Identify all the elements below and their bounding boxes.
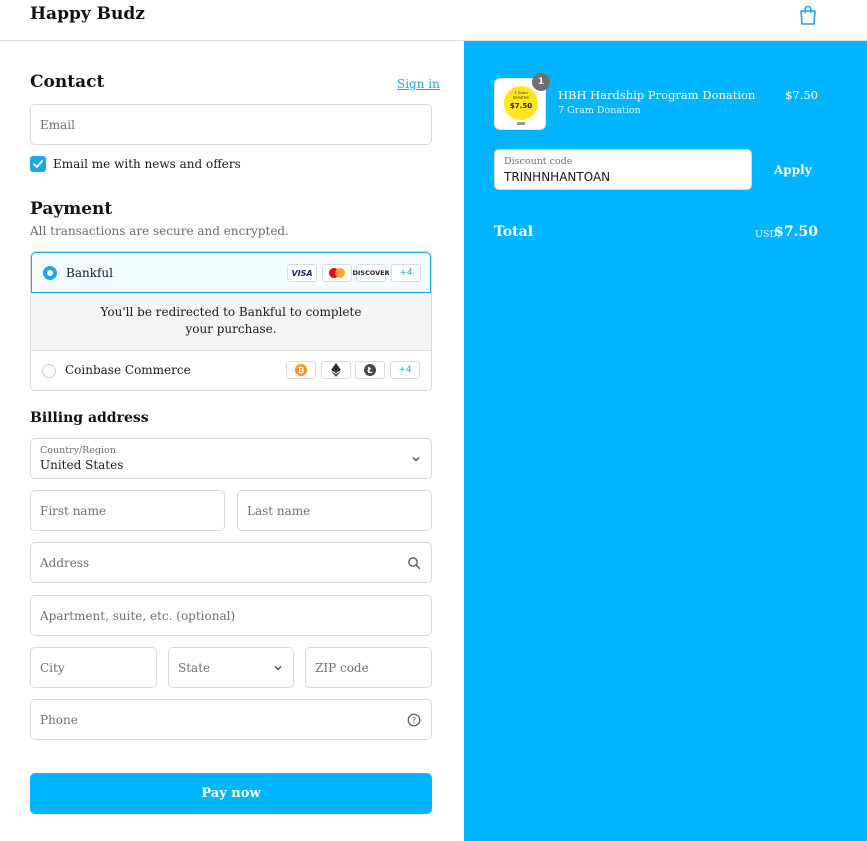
city-placeholder: City bbox=[40, 660, 65, 675]
store-name[interactable]: Happy Budz bbox=[30, 4, 145, 24]
svg-text:7 Gram: 7 Gram bbox=[514, 91, 528, 95]
discount-code-field[interactable]: Discount code TRINHNHANTOAN bbox=[494, 149, 752, 190]
state-placeholder: State bbox=[178, 660, 211, 675]
coinbase-radio[interactable] bbox=[42, 364, 56, 378]
discover-logo: DISCOVER bbox=[352, 264, 390, 282]
total-value: $7.50 bbox=[774, 224, 818, 240]
address-field[interactable]: Address bbox=[30, 542, 432, 583]
country-select[interactable]: Country/Region United States bbox=[30, 438, 432, 479]
discount-value: TRINHNHANTOAN bbox=[504, 170, 611, 184]
payment-heading: Payment bbox=[30, 199, 113, 219]
help-icon[interactable]: ? bbox=[407, 713, 421, 727]
city-field[interactable]: City bbox=[30, 647, 157, 688]
more-crypto-badge: +4 bbox=[390, 361, 420, 379]
coinbase-label: Coinbase Commerce bbox=[65, 363, 191, 377]
payment-option-coinbase[interactable]: Coinbase Commerce ₿ Ł +4 bbox=[31, 351, 431, 390]
quantity-badge: 1 bbox=[532, 73, 550, 91]
total-label: Total bbox=[494, 224, 534, 240]
product-price: $7.50 bbox=[785, 88, 818, 102]
redirect-notice: You'll be redirected to Bankful to compl… bbox=[31, 293, 431, 351]
svg-text:?: ? bbox=[412, 716, 416, 725]
bankful-label: Bankful bbox=[66, 266, 113, 280]
svg-text:$7.50: $7.50 bbox=[510, 102, 532, 110]
redirect-text: You'll be redirected to Bankful to compl… bbox=[100, 305, 362, 336]
state-select[interactable]: State bbox=[168, 647, 294, 688]
svg-text:Ł: Ł bbox=[366, 366, 372, 375]
check-icon bbox=[33, 160, 43, 168]
apply-button[interactable]: Apply bbox=[774, 163, 812, 177]
payment-options: Bankful VISA DISCOVER +4 You'll be redir… bbox=[30, 251, 432, 391]
phone-placeholder: Phone bbox=[40, 712, 78, 727]
svg-text:₿: ₿ bbox=[298, 366, 305, 375]
apartment-field[interactable]: Apartment, suite, etc. (optional) bbox=[30, 595, 432, 636]
product-variant: 7 Gram Donation bbox=[558, 105, 641, 116]
newsletter-checkbox[interactable] bbox=[30, 156, 46, 172]
search-icon bbox=[408, 556, 421, 569]
zip-placeholder: ZIP code bbox=[315, 660, 369, 675]
more-cards-badge: +4 bbox=[391, 264, 421, 282]
email-field[interactable]: Email bbox=[30, 104, 432, 145]
svg-text:Donation: Donation bbox=[513, 96, 529, 100]
first-name-placeholder: First name bbox=[40, 503, 107, 518]
apartment-placeholder: Apartment, suite, etc. (optional) bbox=[40, 608, 236, 623]
email-placeholder: Email bbox=[40, 117, 75, 132]
header: Happy Budz bbox=[0, 0, 867, 41]
payment-subtitle: All transactions are secure and encrypte… bbox=[30, 224, 289, 238]
order-summary: 7 Gram Donation $7.50 1 HBH Hardship Pro… bbox=[464, 41, 867, 841]
visa-logo: VISA bbox=[287, 264, 317, 282]
last-name-placeholder: Last name bbox=[247, 503, 311, 518]
zip-field[interactable]: ZIP code bbox=[305, 647, 432, 688]
product-name: HBH Hardship Program Donation bbox=[558, 88, 756, 102]
bitcoin-icon: ₿ bbox=[286, 361, 316, 379]
litecoin-icon: Ł bbox=[355, 361, 385, 379]
newsletter-label[interactable]: Email me with news and offers bbox=[53, 157, 241, 171]
chevron-down-icon bbox=[274, 665, 282, 670]
last-name-field[interactable]: Last name bbox=[237, 490, 432, 531]
payment-option-bankful[interactable]: Bankful VISA DISCOVER +4 bbox=[31, 252, 431, 293]
discount-label: Discount code bbox=[504, 156, 573, 167]
phone-field[interactable]: Phone ? bbox=[30, 699, 432, 740]
bankful-radio[interactable] bbox=[43, 266, 57, 280]
mastercard-logo bbox=[322, 264, 352, 282]
sign-in-link[interactable]: Sign in bbox=[397, 77, 440, 91]
pay-now-button[interactable]: Pay now bbox=[30, 773, 432, 814]
address-placeholder: Address bbox=[40, 555, 90, 570]
contact-heading: Contact bbox=[30, 72, 105, 92]
shopping-bag-icon[interactable] bbox=[799, 5, 817, 25]
first-name-field[interactable]: First name bbox=[30, 490, 225, 531]
country-value: United States bbox=[40, 458, 124, 472]
country-label: Country/Region bbox=[40, 445, 116, 456]
ethereum-icon bbox=[321, 361, 351, 379]
billing-heading: Billing address bbox=[30, 410, 149, 426]
chevron-down-icon bbox=[412, 456, 420, 461]
